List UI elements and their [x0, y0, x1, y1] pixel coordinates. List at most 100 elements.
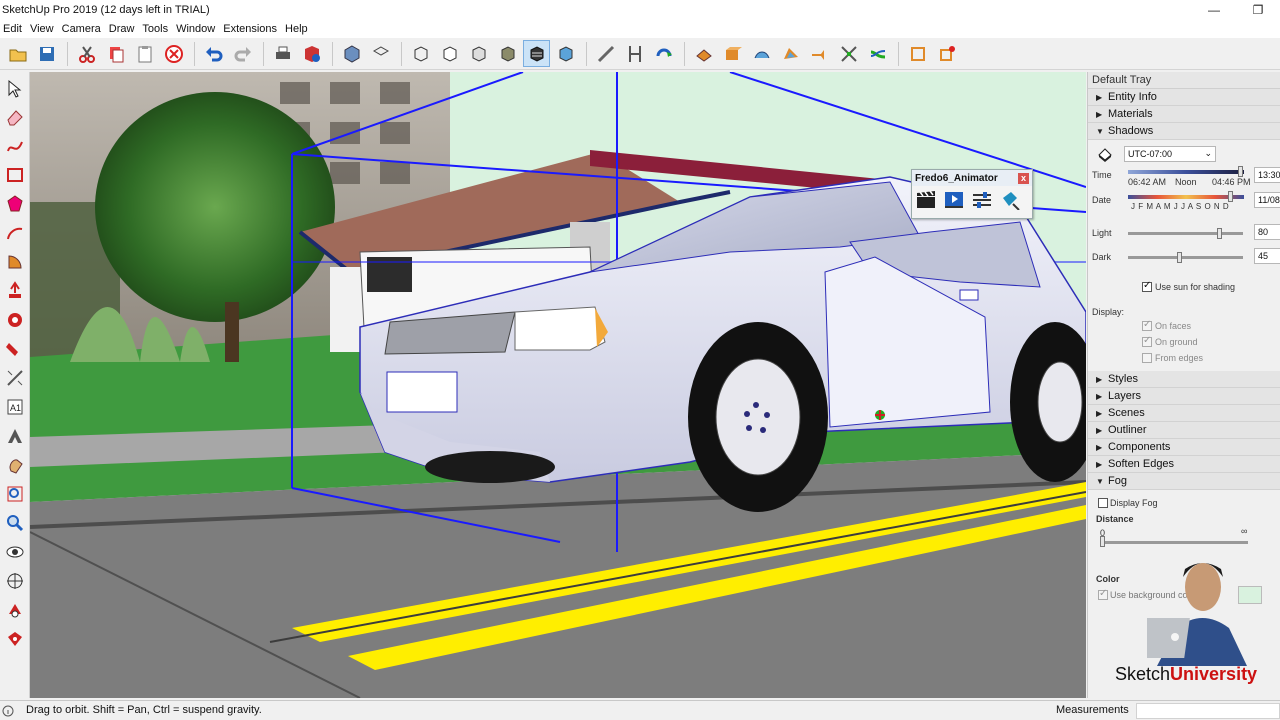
cut-icon[interactable] — [73, 40, 100, 67]
light-slider-track[interactable] — [1128, 232, 1243, 235]
timezone-select[interactable]: UTC-07:00 ⌄ — [1124, 146, 1216, 162]
section-icon[interactable] — [1, 625, 29, 652]
offset-icon[interactable] — [777, 40, 804, 67]
panel-soften-edges[interactable]: ▶ Soften Edges — [1088, 456, 1280, 473]
copy-icon[interactable] — [102, 40, 129, 67]
menu-edit[interactable]: Edit — [0, 23, 27, 35]
follow-me-icon[interactable] — [748, 40, 775, 67]
model-info-icon[interactable] — [298, 40, 325, 67]
push-pull-tool-icon[interactable] — [1, 277, 29, 304]
info-icon[interactable] — [2, 705, 14, 717]
text-tool-icon[interactable]: A1 — [1, 393, 29, 420]
menu-help[interactable]: Help — [282, 23, 313, 35]
dark-slider-thumb[interactable] — [1176, 252, 1182, 263]
animation-editor-icon[interactable] — [998, 189, 1022, 211]
dimension-icon[interactable] — [621, 40, 648, 67]
play-animation-icon[interactable] — [942, 189, 966, 211]
print-icon[interactable] — [269, 40, 296, 67]
display-fog-checkbox[interactable] — [1098, 498, 1108, 508]
menu-window[interactable]: Window — [173, 23, 220, 35]
shaded-textures-icon[interactable] — [523, 40, 550, 67]
redo-icon[interactable] — [229, 40, 256, 67]
rotate-icon[interactable] — [1, 306, 29, 333]
zoom-window-icon[interactable] — [1, 480, 29, 507]
fog-start-thumb[interactable] — [1100, 536, 1105, 547]
menu-extensions[interactable]: Extensions — [220, 23, 282, 35]
menu-tools[interactable]: Tools — [139, 23, 173, 35]
line-tool-icon[interactable] — [592, 40, 619, 67]
erase-icon[interactable] — [160, 40, 187, 67]
dark-input[interactable]: 45 — [1254, 248, 1280, 264]
panel-shadows[interactable]: ▼ Shadows — [1088, 123, 1280, 140]
panel-outliner[interactable]: ▶ Outliner — [1088, 422, 1280, 439]
light-slider-thumb[interactable] — [1217, 228, 1222, 239]
iso-view-icon[interactable] — [338, 40, 365, 67]
tape-measure-icon[interactable] — [1, 364, 29, 391]
use-background-color-checkbox[interactable] — [1098, 588, 1108, 600]
eraser-icon[interactable] — [1, 103, 29, 130]
menu-view[interactable]: View — [27, 23, 59, 35]
on-ground-checkbox[interactable] — [1142, 335, 1152, 347]
time-input[interactable]: 13:30 — [1254, 167, 1280, 183]
panel-entity-info[interactable]: ▶ Entity Info — [1088, 89, 1280, 106]
menu-draw[interactable]: Draw — [106, 23, 140, 35]
rotate-tool-icon[interactable] — [650, 40, 677, 67]
time-slider-thumb[interactable] — [1238, 166, 1243, 177]
open-icon[interactable] — [4, 40, 31, 67]
box-icon[interactable] — [719, 40, 746, 67]
restore-button[interactable]: ❐ — [1236, 0, 1280, 20]
light-input[interactable]: 80 — [1254, 224, 1280, 240]
intersect-icon[interactable] — [806, 40, 833, 67]
measurements-input[interactable] — [1136, 703, 1280, 719]
animator-header[interactable]: Fredo6_Animator x — [912, 170, 1032, 186]
rectangle-icon[interactable] — [1, 161, 29, 188]
panel-styles[interactable]: ▶ Styles — [1088, 371, 1280, 388]
push-pull-icon[interactable] — [690, 40, 717, 67]
panel-components[interactable]: ▶ Components — [1088, 439, 1280, 456]
walk-icon[interactable] — [1, 596, 29, 623]
dark-slider-track[interactable] — [1128, 256, 1243, 259]
scene-canvas[interactable] — [30, 72, 1086, 698]
hidden-line-icon[interactable] — [465, 40, 492, 67]
fog-distance-track[interactable] — [1100, 541, 1248, 544]
select-tool-icon[interactable] — [1, 74, 29, 101]
use-sun-checkbox[interactable] — [1142, 280, 1152, 292]
freehand-icon[interactable] — [1, 132, 29, 159]
move-tool-icon[interactable] — [864, 40, 891, 67]
from-edges-checkbox[interactable] — [1142, 353, 1152, 363]
panel-materials[interactable]: ▶ Materials — [1088, 106, 1280, 123]
arc-icon[interactable] — [1, 219, 29, 246]
polygon-icon[interactable] — [1, 190, 29, 217]
on-faces-checkbox[interactable] — [1142, 319, 1152, 331]
wireframe-icon[interactable] — [436, 40, 463, 67]
timeline-settings-icon[interactable] — [970, 189, 994, 211]
clapperboard-icon[interactable] — [914, 189, 938, 211]
look-around-icon[interactable] — [1, 538, 29, 565]
scale-icon[interactable] — [835, 40, 862, 67]
paste-icon[interactable] — [131, 40, 158, 67]
save-icon[interactable] — [33, 40, 60, 67]
undo-icon[interactable] — [200, 40, 227, 67]
panel-fog[interactable]: ▼ Fog — [1088, 473, 1280, 490]
position-camera-icon[interactable] — [1, 567, 29, 594]
pie-icon[interactable] — [1, 248, 29, 275]
panel-scenes[interactable]: ▶ Scenes — [1088, 405, 1280, 422]
section-cut-icon[interactable] — [933, 40, 960, 67]
animator-close-button[interactable]: x — [1018, 172, 1029, 184]
paint-icon[interactable] — [1, 335, 29, 362]
panel-layers[interactable]: ▶ Layers — [1088, 388, 1280, 405]
date-input[interactable]: 11/08 — [1254, 192, 1280, 208]
monochrome-icon[interactable] — [552, 40, 579, 67]
model-viewport[interactable]: Fredo6_Animator x — [30, 72, 1086, 698]
menu-camera[interactable]: Camera — [59, 23, 106, 35]
xray-icon[interactable] — [407, 40, 434, 67]
orbit-icon[interactable] — [1, 451, 29, 478]
3d-text-icon[interactable] — [1, 422, 29, 449]
toggle-shadows-icon[interactable] — [1096, 146, 1114, 162]
top-view-icon[interactable] — [367, 40, 394, 67]
minimize-button[interactable]: — — [1192, 0, 1236, 20]
zoom-icon[interactable] — [1, 509, 29, 536]
shaded-icon[interactable] — [494, 40, 521, 67]
section-plane-icon[interactable] — [904, 40, 931, 67]
date-slider-thumb[interactable] — [1228, 191, 1233, 202]
